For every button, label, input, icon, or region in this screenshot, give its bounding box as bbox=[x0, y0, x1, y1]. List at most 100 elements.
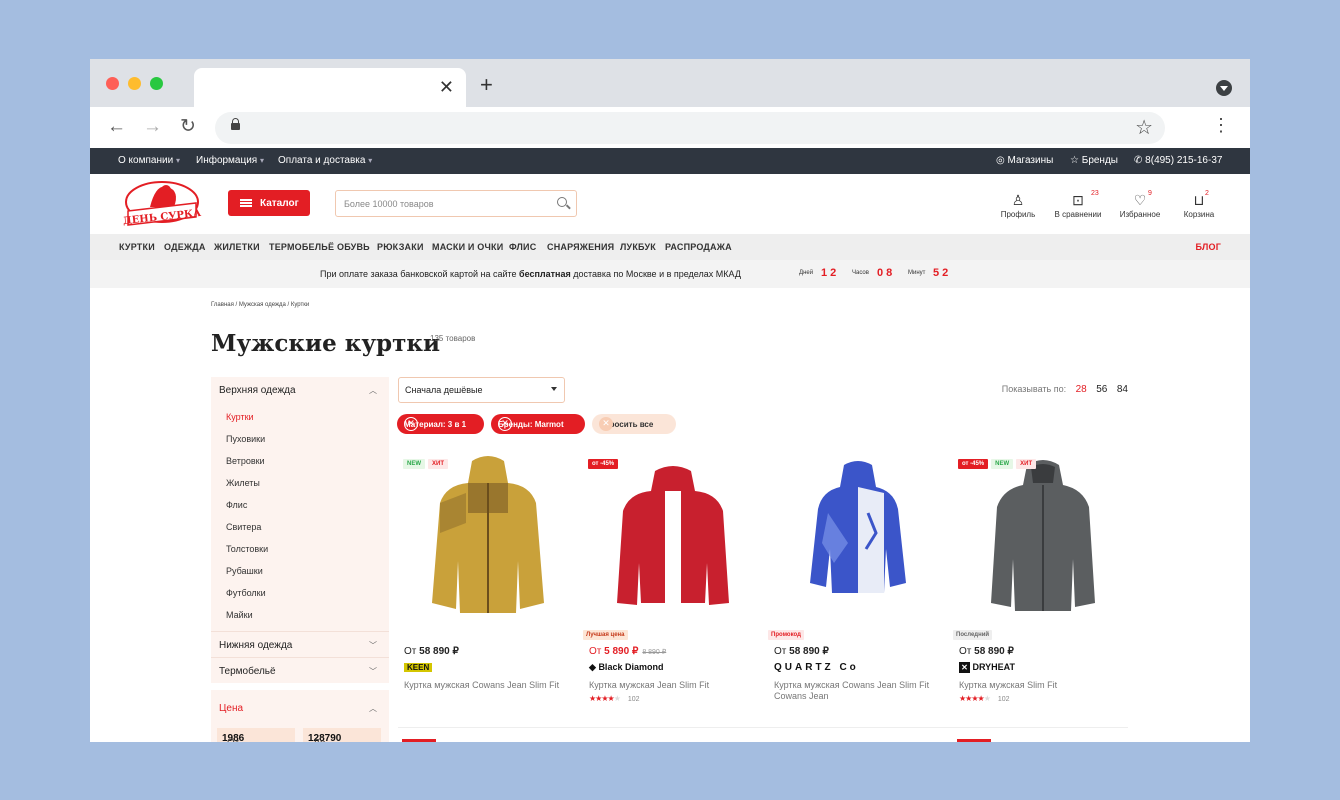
sidebar-item-tshirts[interactable]: Футболки bbox=[211, 583, 389, 605]
search-input[interactable]: Более 10000 товаров bbox=[335, 190, 577, 217]
per-page-option-28[interactable]: 28 bbox=[1076, 384, 1087, 395]
badge-hit: ХИТ bbox=[1016, 459, 1037, 469]
star-icon: ☆ bbox=[1070, 155, 1079, 166]
search-icon[interactable] bbox=[557, 197, 567, 207]
sidebar-item-fleece[interactable]: Флис bbox=[211, 495, 389, 517]
topbar-stores-link[interactable]: ◎ Магазины bbox=[996, 155, 1053, 166]
product-name[interactable]: Куртка мужская Jean Slim Fit bbox=[589, 680, 754, 691]
cart-icon: ⊔ bbox=[1193, 192, 1205, 208]
sidebar-item-shirts[interactable]: Рубашки bbox=[211, 561, 389, 583]
catalog-button[interactable]: Каталог bbox=[228, 190, 310, 216]
header-profile-link[interactable]: ♙ Профиль bbox=[988, 193, 1048, 219]
product-brand[interactable]: ✕ DRYHEAT bbox=[959, 662, 1015, 673]
maximize-window-button[interactable] bbox=[150, 77, 163, 90]
product-card[interactable]: от -45% NEW ХИТ Последний От 58 890 ₽ ✕ DR… bbox=[953, 448, 1133, 728]
browser-menu-icon[interactable] bbox=[1216, 80, 1232, 96]
menu-item-sale[interactable]: РАСПРОДАЖА bbox=[665, 242, 732, 252]
menu-item-backpacks[interactable]: РЮКЗАКИ bbox=[377, 242, 424, 252]
product-image[interactable] bbox=[778, 453, 938, 623]
per-page-option-84[interactable]: 84 bbox=[1117, 384, 1128, 395]
menu-item-clothing[interactable]: ОДЕЖДА bbox=[164, 242, 206, 252]
filter-chip-brand[interactable]: Бренды: Marmot ✕ bbox=[491, 414, 585, 434]
site-logo[interactable]: ДЕНЬ СУРКА bbox=[120, 177, 204, 231]
menu-item-vests[interactable]: ЖИЛЕТКИ bbox=[214, 242, 260, 252]
header-cart-link[interactable]: ⊔ 2 Корзина bbox=[1169, 190, 1229, 219]
topbar-brands-link[interactable]: ☆ Бренды bbox=[1070, 155, 1118, 166]
sidebar-group-outerwear[interactable]: Верхняя одежда ︿ bbox=[211, 377, 389, 403]
per-page-option-56[interactable]: 56 bbox=[1096, 384, 1107, 395]
badge-discount: от -45% bbox=[958, 459, 989, 469]
product-count: 135 товаров bbox=[430, 334, 476, 343]
address-bar[interactable]: ☆ bbox=[215, 112, 1165, 144]
chevron-down-icon: ﹀ bbox=[369, 667, 377, 676]
product-name[interactable]: Куртка мужская Cowans Jean Slim Fit Cowa… bbox=[774, 680, 939, 702]
price-filter-title[interactable]: Цена bbox=[219, 703, 243, 714]
sidebar-item-windbreakers[interactable]: Ветровки bbox=[211, 451, 389, 473]
map-pin-icon: ◎ bbox=[996, 155, 1005, 166]
chevron-up-icon[interactable]: ︿ bbox=[369, 703, 377, 714]
menu-item-lookbook[interactable]: ЛУКБУК bbox=[620, 242, 656, 252]
product-name[interactable]: Куртка мужская Cowans Jean Slim Fit bbox=[404, 680, 569, 691]
back-icon[interactable]: ← bbox=[107, 115, 126, 139]
sidebar-item-vests[interactable]: Жилеты bbox=[211, 473, 389, 495]
next-row-badge bbox=[957, 739, 991, 742]
topbar-link-delivery[interactable]: Оплата и доставка ▾ bbox=[278, 155, 372, 166]
product-brand[interactable]: ◆ Black Diamond bbox=[589, 662, 663, 673]
header-compare-link[interactable]: ⊡ 23 В сравнении bbox=[1048, 190, 1108, 219]
price-from-input[interactable]: От 1986 bbox=[217, 728, 295, 742]
reset-filters-button[interactable]: Сбросить все ✕ bbox=[592, 414, 676, 434]
badge-new: NEW bbox=[991, 459, 1014, 469]
sidebar-item-sweaters[interactable]: Свитера bbox=[211, 517, 389, 539]
filter-chip-material[interactable]: Материал: 3 в 1 ✕ bbox=[397, 414, 484, 434]
kebab-menu-icon[interactable]: ⋮ bbox=[1212, 115, 1230, 135]
menu-item-blog[interactable]: БЛОГ bbox=[1196, 242, 1221, 252]
breadcrumb[interactable]: Главная / Мужская одежда / Куртки bbox=[211, 302, 309, 308]
sidebar-group-thermal[interactable]: Термобельё ﹀ bbox=[211, 657, 389, 683]
menu-item-gear[interactable]: СНАРЯЖЕНИЯ bbox=[547, 242, 614, 252]
bookmark-star-icon[interactable]: ☆ bbox=[1135, 115, 1153, 140]
menu-item-thermal[interactable]: ТЕРМОБЕЛЬЁ bbox=[269, 242, 334, 252]
sidebar-item-jackets[interactable]: Куртки bbox=[211, 407, 389, 429]
product-card[interactable]: Промокод От 58 890 ₽ QUARTZ Co Куртка му… bbox=[768, 448, 948, 728]
sort-select[interactable]: Сначала дешёвые bbox=[398, 377, 565, 403]
browser-window: ✕ + ← → ↻ ☆ ⋮ О компании ▾ Информация ▾ … bbox=[90, 59, 1250, 742]
product-brand[interactable]: KEEN bbox=[404, 662, 433, 672]
sidebar-group-underwear[interactable]: Нижняя одежда ﹀ bbox=[211, 631, 389, 657]
product-image[interactable] bbox=[593, 453, 753, 623]
per-page-label: Показывать по: bbox=[1001, 384, 1067, 394]
favorites-count-badge: 9 bbox=[1148, 190, 1152, 197]
remove-filter-icon[interactable]: ✕ bbox=[498, 417, 512, 431]
sidebar-item-down[interactable]: Пуховики bbox=[211, 429, 389, 451]
topbar-link-info[interactable]: Информация ▾ bbox=[196, 155, 264, 166]
menu-item-masks[interactable]: МАСКИ И ОЧКИ bbox=[432, 242, 503, 252]
browser-tab[interactable]: ✕ bbox=[194, 68, 466, 107]
product-rating: ★★★★★ 102 bbox=[589, 694, 640, 703]
product-image[interactable] bbox=[963, 453, 1123, 623]
product-image[interactable] bbox=[408, 453, 568, 623]
new-tab-icon[interactable]: + bbox=[480, 73, 493, 97]
product-card[interactable]: NEW ХИТ От 58 890 ₽ KEEN Куртка мужская C… bbox=[398, 448, 578, 728]
reload-icon[interactable]: ↻ bbox=[180, 115, 196, 139]
timer-hours-label: Часов bbox=[852, 270, 869, 276]
menu-item-jackets[interactable]: КУРТКИ bbox=[119, 242, 155, 252]
sidebar-item-hoodies[interactable]: Толстовки bbox=[211, 539, 389, 561]
sidebar-item-tanks[interactable]: Майки bbox=[211, 605, 389, 627]
close-window-button[interactable] bbox=[106, 77, 119, 90]
remove-filter-icon[interactable]: ✕ bbox=[404, 417, 418, 431]
reset-icon: ✕ bbox=[599, 417, 613, 431]
header-favorites-link[interactable]: ♡ 9 Избранное bbox=[1110, 190, 1170, 219]
topbar-link-company[interactable]: О компании ▾ bbox=[118, 155, 180, 166]
compare-icon: ⊡ bbox=[1072, 192, 1084, 208]
price-to-input[interactable]: До 128790 bbox=[303, 728, 381, 742]
product-brand[interactable]: QUARTZ Co bbox=[774, 662, 859, 673]
minimize-window-button[interactable] bbox=[128, 77, 141, 90]
product-card[interactable]: от -45% Лучшая цена От 5 890 ₽8 890 ₽ ◆ … bbox=[583, 448, 763, 728]
product-name[interactable]: Куртка мужская Slim Fit bbox=[959, 680, 1124, 691]
forward-icon[interactable]: → bbox=[143, 115, 162, 139]
topbar-phone[interactable]: ✆ 8(495) 215-16-37 bbox=[1134, 155, 1222, 166]
tab-close-icon[interactable]: ✕ bbox=[439, 77, 454, 97]
menu-item-shoes[interactable]: ОБУВЬ bbox=[337, 242, 370, 252]
lock-icon bbox=[231, 118, 240, 130]
diamond-icon: ◆ bbox=[589, 662, 596, 672]
menu-item-fleece[interactable]: ФЛИС bbox=[509, 242, 536, 252]
